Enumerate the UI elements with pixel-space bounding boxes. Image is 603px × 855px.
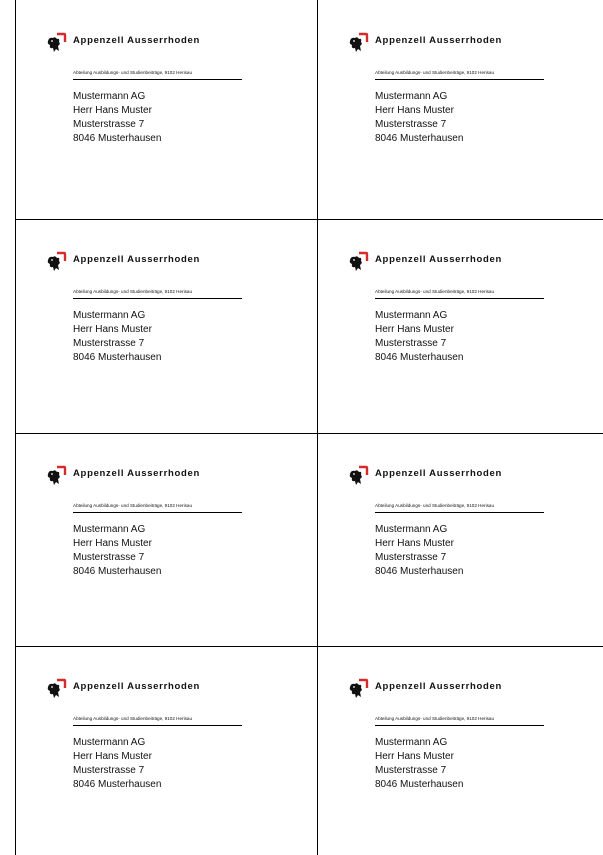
sender-line: Abteilung Ausbildungs- und Studienbeiträ…	[73, 70, 193, 75]
recipient-person: Herr Hans Muster	[73, 324, 152, 335]
recipient-street: Musterstrasse 7	[375, 552, 447, 563]
recipient-address: Mustermann AG Herr Hans Muster Musterstr…	[375, 309, 463, 365]
organization-name: Appenzell Ausserrhoden	[375, 681, 502, 692]
recipient-city: 8046 Musterhausen	[73, 352, 162, 363]
bear-logo-icon	[349, 678, 369, 698]
sender-underline	[375, 512, 544, 513]
recipient-street: Musterstrasse 7	[375, 338, 447, 349]
organization-name: Appenzell Ausserrhoden	[375, 35, 502, 46]
organization-name: Appenzell Ausserrhoden	[375, 468, 502, 479]
recipient-person: Herr Hans Muster	[73, 538, 152, 549]
recipient-company: Mustermann AG	[73, 524, 146, 535]
sender-underline	[375, 725, 544, 726]
recipient-person: Herr Hans Muster	[375, 751, 454, 762]
column-divider-left	[15, 0, 16, 855]
recipient-company: Mustermann AG	[73, 310, 146, 321]
recipient-person: Herr Hans Muster	[73, 105, 152, 116]
bear-logo-icon	[47, 678, 67, 698]
recipient-address: Mustermann AG Herr Hans Muster Musterstr…	[375, 90, 463, 146]
sender-line: Abteilung Ausbildungs- und Studienbeiträ…	[375, 503, 495, 508]
bear-logo-icon	[47, 251, 67, 271]
sender-line: Abteilung Ausbildungs- und Studienbeiträ…	[73, 716, 193, 721]
recipient-address: Mustermann AG Herr Hans Muster Musterstr…	[73, 523, 161, 579]
label-sheet: Appenzell Ausserrhoden Abteilung Ausbild…	[0, 0, 603, 855]
recipient-city: 8046 Musterhausen	[375, 566, 464, 577]
sender-line: Abteilung Ausbildungs- und Studienbeiträ…	[73, 289, 193, 294]
recipient-city: 8046 Musterhausen	[73, 566, 162, 577]
recipient-address: Mustermann AG Herr Hans Muster Musterstr…	[73, 736, 161, 792]
sender-underline	[73, 725, 242, 726]
sender-underline	[375, 79, 544, 80]
recipient-street: Musterstrasse 7	[73, 338, 145, 349]
sender-underline	[73, 79, 242, 80]
recipient-company: Mustermann AG	[375, 310, 448, 321]
recipient-city: 8046 Musterhausen	[375, 779, 464, 790]
recipient-company: Mustermann AG	[375, 91, 448, 102]
row-divider	[15, 646, 603, 647]
organization-name: Appenzell Ausserrhoden	[73, 254, 200, 265]
recipient-company: Mustermann AG	[73, 91, 146, 102]
recipient-person: Herr Hans Muster	[375, 538, 454, 549]
organization-name: Appenzell Ausserrhoden	[73, 681, 200, 692]
sender-line: Abteilung Ausbildungs- und Studienbeiträ…	[375, 716, 495, 721]
recipient-address: Mustermann AG Herr Hans Muster Musterstr…	[375, 736, 463, 792]
organization-name: Appenzell Ausserrhoden	[73, 35, 200, 46]
sender-underline	[375, 298, 544, 299]
recipient-person: Herr Hans Muster	[73, 751, 152, 762]
bear-logo-icon	[47, 465, 67, 485]
organization-name: Appenzell Ausserrhoden	[73, 468, 200, 479]
recipient-address: Mustermann AG Herr Hans Muster Musterstr…	[375, 523, 463, 579]
sender-line: Abteilung Ausbildungs- und Studienbeiträ…	[73, 503, 193, 508]
bear-logo-icon	[349, 465, 369, 485]
bear-logo-icon	[47, 32, 67, 52]
sender-line: Abteilung Ausbildungs- und Studienbeiträ…	[375, 70, 495, 75]
recipient-street: Musterstrasse 7	[73, 119, 145, 130]
sender-underline	[73, 298, 242, 299]
row-divider	[15, 219, 603, 220]
recipient-street: Musterstrasse 7	[375, 765, 447, 776]
recipient-company: Mustermann AG	[73, 737, 146, 748]
bear-logo-icon	[349, 32, 369, 52]
recipient-city: 8046 Musterhausen	[375, 352, 464, 363]
recipient-street: Musterstrasse 7	[73, 765, 145, 776]
organization-name: Appenzell Ausserrhoden	[375, 254, 502, 265]
sender-line: Abteilung Ausbildungs- und Studienbeiträ…	[375, 289, 495, 294]
column-divider-middle	[317, 0, 318, 855]
recipient-person: Herr Hans Muster	[375, 324, 454, 335]
recipient-city: 8046 Musterhausen	[73, 133, 162, 144]
recipient-person: Herr Hans Muster	[375, 105, 454, 116]
recipient-address: Mustermann AG Herr Hans Muster Musterstr…	[73, 90, 161, 146]
recipient-city: 8046 Musterhausen	[375, 133, 464, 144]
recipient-street: Musterstrasse 7	[375, 119, 447, 130]
recipient-address: Mustermann AG Herr Hans Muster Musterstr…	[73, 309, 161, 365]
recipient-company: Mustermann AG	[375, 524, 448, 535]
recipient-city: 8046 Musterhausen	[73, 779, 162, 790]
recipient-company: Mustermann AG	[375, 737, 448, 748]
sender-underline	[73, 512, 242, 513]
recipient-street: Musterstrasse 7	[73, 552, 145, 563]
row-divider	[15, 433, 603, 434]
bear-logo-icon	[349, 251, 369, 271]
